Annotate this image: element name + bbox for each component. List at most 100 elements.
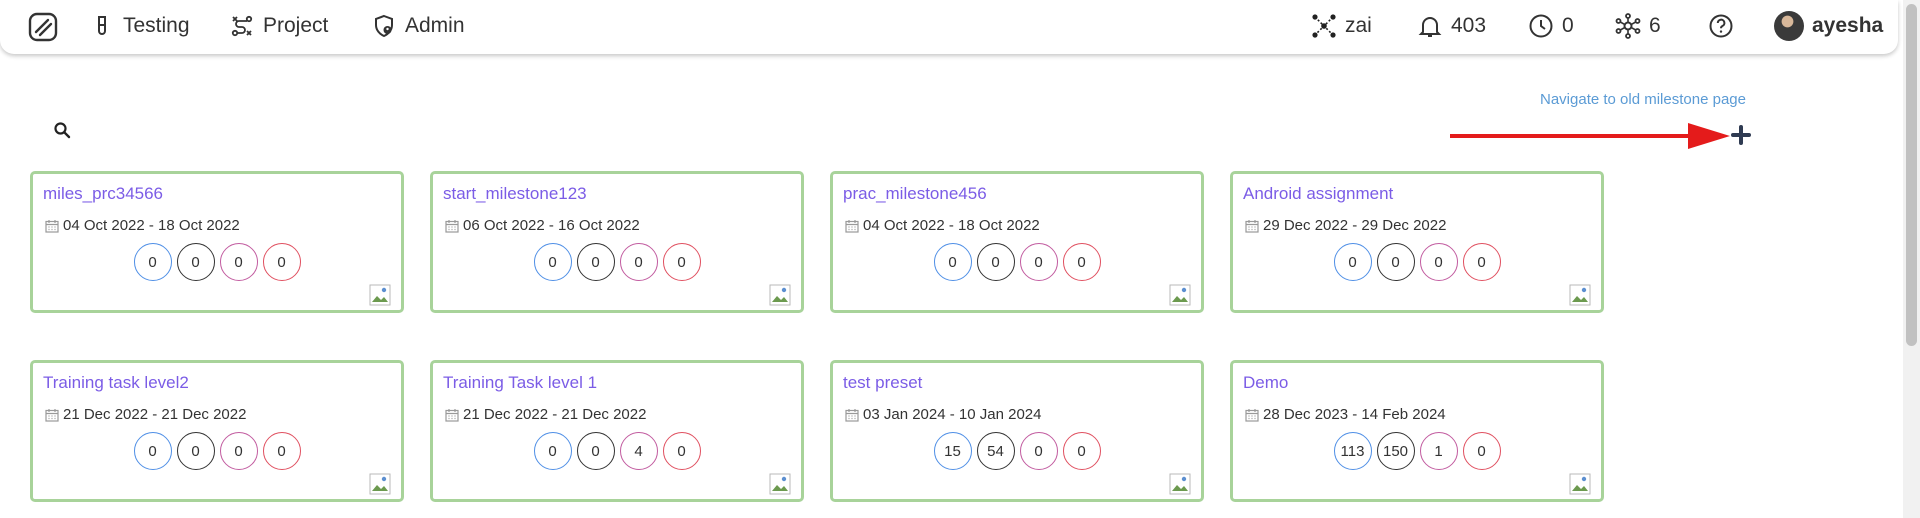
milestone-title[interactable]: start_milestone123 — [443, 184, 587, 204]
milestone-title[interactable]: Training task level2 — [43, 373, 189, 393]
user-menu[interactable]: ayesha — [1774, 11, 1884, 41]
count-badge[interactable]: 0 — [1333, 243, 1372, 281]
milestone-card[interactable]: Training Task level 1 21 Dec 2022 - 21 De… — [430, 360, 804, 502]
calendar-icon — [845, 408, 859, 422]
count-badge[interactable]: 0 — [176, 243, 215, 281]
count-badge[interactable]: 1 — [1419, 432, 1458, 470]
milestone-counts: 15 54 0 0 — [833, 432, 1201, 470]
milestone-title[interactable]: miles_prc34566 — [43, 184, 163, 204]
connections-count: 6 — [1649, 14, 1661, 37]
milestone-dates: 21 Dec 2022 - 21 Dec 2022 — [45, 406, 246, 423]
ai-label: zai — [1345, 14, 1372, 37]
milestone-dates: 21 Dec 2022 - 21 Dec 2022 — [445, 406, 646, 423]
red-arrow-annotation — [1450, 123, 1730, 149]
connections-button[interactable]: 6 — [1615, 12, 1661, 40]
milestone-dates-text: 06 Oct 2022 - 16 Oct 2022 — [463, 217, 640, 234]
milestone-title[interactable]: Training Task level 1 — [443, 373, 597, 393]
milestone-counts: 0000 — [833, 243, 1201, 281]
count-badge[interactable]: 0 — [576, 432, 615, 470]
milestone-card[interactable]: Android assignment 29 Dec 2022 - 29 Dec 2… — [1230, 171, 1604, 313]
nav-testing-label: Testing — [123, 14, 190, 37]
app-logo-icon[interactable] — [28, 12, 58, 42]
count-badge[interactable]: 0 — [933, 243, 972, 281]
count-badge[interactable]: 0 — [1062, 243, 1101, 281]
milestone-card[interactable]: miles_prc34566 04 Oct 2022 - 18 Oct 2022 0… — [30, 171, 404, 313]
nav-admin[interactable]: Admin — [372, 12, 465, 40]
milestone-counts: 0000 — [33, 432, 401, 470]
add-milestone-button[interactable] — [1730, 124, 1752, 146]
milestone-dates: 28 Dec 2023 - 14 Feb 2024 — [1245, 406, 1446, 423]
notifications-button[interactable]: 403 — [1417, 12, 1486, 40]
count-badge[interactable]: 0 — [662, 432, 701, 470]
count-badge[interactable]: 0 — [1419, 243, 1458, 281]
milestone-counts: 0000 — [433, 243, 801, 281]
count-badge[interactable]: 0 — [1062, 432, 1101, 470]
count-badge[interactable]: 113 — [1333, 432, 1372, 470]
milestone-title[interactable]: Android assignment — [1243, 184, 1393, 204]
count-badge[interactable]: 150 — [1376, 432, 1415, 470]
milestone-dates: 06 Oct 2022 - 16 Oct 2022 — [445, 217, 640, 234]
calendar-icon — [845, 219, 859, 233]
milestone-dates: 03 Jan 2024 - 10 Jan 2024 — [845, 406, 1041, 423]
nav-project-label: Project — [263, 14, 329, 37]
scrollbar-thumb[interactable] — [1906, 4, 1917, 346]
nav-project[interactable]: Project — [230, 12, 328, 40]
count-badge[interactable]: 0 — [1019, 432, 1058, 470]
milestone-card[interactable]: start_milestone123 06 Oct 2022 - 16 Oct 2… — [430, 171, 804, 313]
broken-image-icon — [769, 284, 791, 306]
page-scrollbar[interactable] — [1903, 0, 1920, 518]
notifications-count: 403 — [1451, 14, 1487, 37]
milestone-card[interactable]: Training task level2 21 Dec 2022 - 21 Dec… — [30, 360, 404, 502]
old-milestone-link[interactable]: Navigate to old milestone page — [1540, 91, 1746, 108]
count-badge[interactable]: 0 — [133, 243, 172, 281]
project-flow-icon — [231, 15, 253, 37]
help-icon — [1709, 14, 1733, 38]
search-icon[interactable] — [53, 121, 71, 139]
count-badge[interactable]: 0 — [176, 432, 215, 470]
count-badge[interactable]: 0 — [262, 243, 301, 281]
top-navbar: Testing Project Admin zai 403 0 6 ayesha — [0, 0, 1898, 54]
milestone-card[interactable]: prac_milestone456 04 Oct 2022 - 18 Oct 20… — [830, 171, 1204, 313]
count-badge[interactable]: 0 — [619, 243, 658, 281]
milestone-dates-text: 29 Dec 2022 - 29 Dec 2022 — [1263, 217, 1447, 234]
pending-button[interactable]: 0 — [1528, 12, 1574, 40]
count-badge[interactable]: 0 — [576, 243, 615, 281]
network-nodes-icon — [1312, 14, 1336, 38]
count-badge[interactable]: 0 — [662, 243, 701, 281]
user-name: ayesha — [1812, 14, 1884, 37]
ai-assistant[interactable]: zai — [1311, 12, 1372, 40]
milestone-card[interactable]: test preset 03 Jan 2024 - 10 Jan 2024 15 54… — [830, 360, 1204, 502]
count-badge[interactable]: 0 — [1376, 243, 1415, 281]
count-badge[interactable]: 0 — [533, 432, 572, 470]
count-badge[interactable]: 0 — [219, 432, 258, 470]
pending-count: 0 — [1562, 14, 1574, 37]
count-badge[interactable]: 0 — [1462, 243, 1501, 281]
count-badge[interactable]: 0 — [976, 243, 1015, 281]
count-badge[interactable]: 4 — [619, 432, 658, 470]
count-badge[interactable]: 0 — [1019, 243, 1058, 281]
milestone-title[interactable]: Demo — [1243, 373, 1288, 393]
count-badge[interactable]: 0 — [262, 432, 301, 470]
nav-testing[interactable]: Testing — [90, 12, 190, 40]
count-badge[interactable]: 0 — [533, 243, 572, 281]
broken-image-icon — [769, 473, 791, 495]
count-badge[interactable]: 54 — [976, 432, 1015, 470]
calendar-icon — [1245, 408, 1259, 422]
count-badge[interactable]: 0 — [219, 243, 258, 281]
milestone-counts: 0000 — [33, 243, 401, 281]
milestone-title[interactable]: prac_milestone456 — [843, 184, 987, 204]
milestone-dates-text: 21 Dec 2022 - 21 Dec 2022 — [63, 406, 247, 423]
broken-image-icon — [1169, 284, 1191, 306]
calendar-icon — [1245, 219, 1259, 233]
broken-image-icon — [1169, 473, 1191, 495]
count-badge[interactable]: 0 — [1462, 432, 1501, 470]
count-badge[interactable]: 15 — [933, 432, 972, 470]
milestone-title[interactable]: test preset — [843, 373, 922, 393]
milestone-card[interactable]: Demo 28 Dec 2023 - 14 Feb 2024 113 150 1 0 — [1230, 360, 1604, 502]
count-badge[interactable]: 0 — [133, 432, 172, 470]
calendar-icon — [45, 219, 59, 233]
milestone-dates: 29 Dec 2022 - 29 Dec 2022 — [1245, 217, 1446, 234]
help-button[interactable] — [1708, 12, 1734, 40]
nav-admin-label: Admin — [405, 14, 465, 37]
calendar-icon — [445, 219, 459, 233]
